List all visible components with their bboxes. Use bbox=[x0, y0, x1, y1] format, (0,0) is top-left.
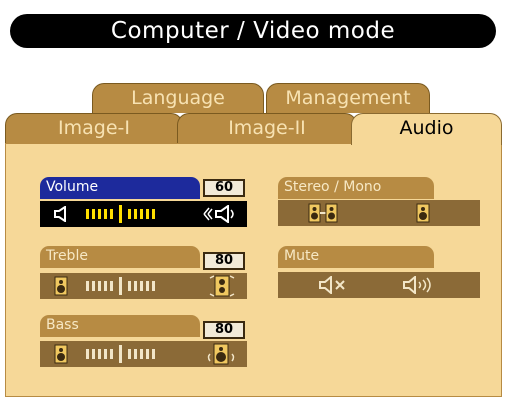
stereo-mono-selector[interactable] bbox=[278, 200, 480, 226]
mute-selector[interactable] bbox=[278, 272, 480, 298]
speaker-sound-icon[interactable] bbox=[402, 276, 434, 294]
treble-label: Treble bbox=[40, 246, 200, 268]
treble-value: 80 bbox=[203, 252, 245, 270]
mode-title: Computer / Video mode bbox=[10, 14, 496, 48]
speaker-muted-icon[interactable] bbox=[318, 276, 348, 294]
speaker-loud-icon bbox=[203, 205, 234, 223]
tab-image-i[interactable]: Image-I bbox=[5, 113, 183, 143]
volume-value: 60 bbox=[203, 179, 245, 197]
small-speaker-icon bbox=[54, 344, 68, 364]
bass-label: Bass bbox=[40, 315, 200, 337]
small-speaker-icon bbox=[54, 276, 68, 296]
volume-label: Volume bbox=[40, 177, 200, 199]
tab-language[interactable]: Language bbox=[92, 83, 264, 113]
tab-image-ii[interactable]: Image-II bbox=[177, 113, 357, 143]
treble-speaker-icon bbox=[209, 275, 235, 297]
mute-label: Mute bbox=[278, 246, 434, 268]
tab-management[interactable]: Management bbox=[266, 83, 430, 113]
volume-cursor bbox=[119, 205, 122, 223]
volume-slider[interactable] bbox=[40, 201, 247, 227]
tab-audio[interactable]: Audio bbox=[351, 113, 502, 145]
bass-slider[interactable] bbox=[40, 341, 247, 367]
speaker-low-icon bbox=[54, 206, 66, 222]
treble-slider[interactable] bbox=[40, 273, 247, 299]
mono-speaker-icon[interactable] bbox=[416, 203, 430, 223]
bass-value: 80 bbox=[203, 321, 245, 339]
stereo-mono-label: Stereo / Mono bbox=[278, 177, 434, 199]
bass-speaker-icon bbox=[207, 343, 235, 365]
stereo-speakers-icon[interactable] bbox=[308, 203, 338, 223]
